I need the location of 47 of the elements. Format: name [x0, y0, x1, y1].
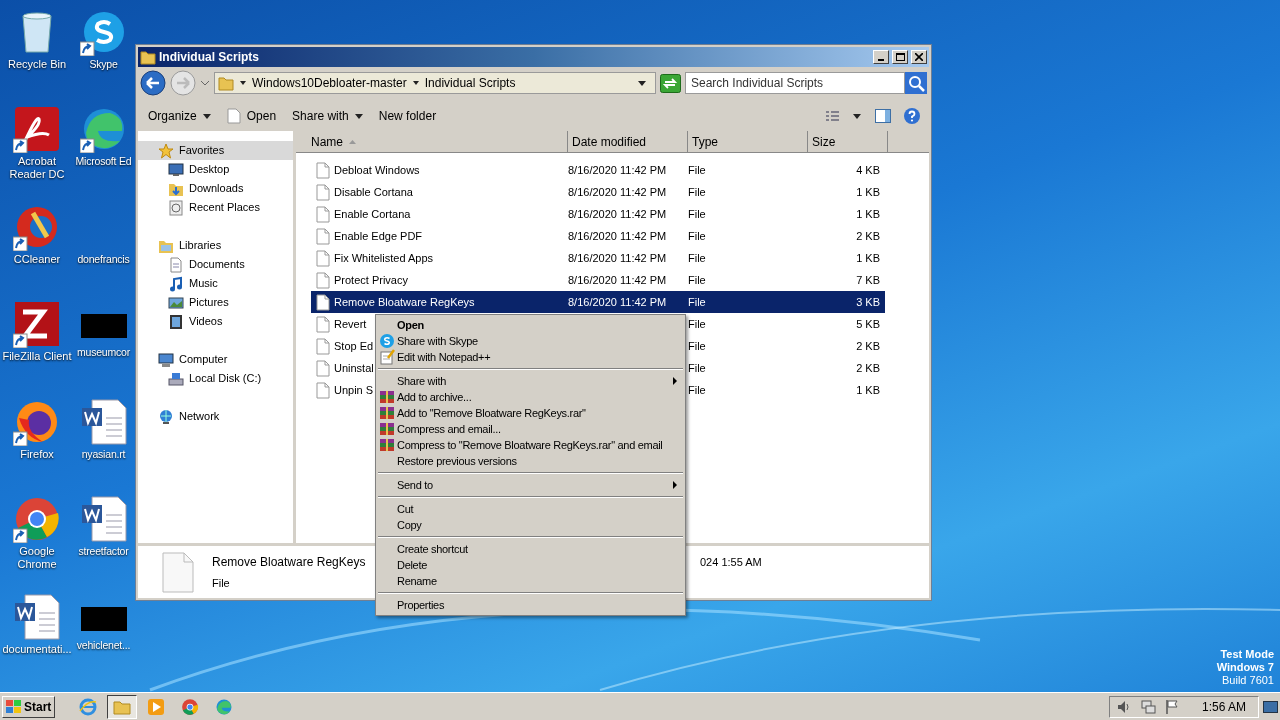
type-cell: File — [688, 251, 706, 264]
details-date: 024 1:55 AM — [700, 555, 762, 570]
type-cell: File — [688, 229, 706, 242]
type-cell: File — [688, 295, 706, 308]
date-cell: 8/16/2020 11:42 PM — [568, 229, 667, 242]
file-name: Revert — [334, 316, 367, 332]
file-name: Uninstal — [334, 360, 374, 376]
type-cell: File — [688, 317, 706, 330]
type-cell: File — [688, 273, 706, 286]
size-cell: 5 KB — [856, 317, 880, 330]
size-cell: 4 KB — [856, 163, 880, 176]
os-notice-text: Test Mode — [1220, 648, 1274, 661]
file-name: Enable Edge PDF — [334, 228, 423, 244]
type-cell: File — [688, 361, 706, 374]
size-cell: 1 KB — [856, 185, 880, 198]
file-name: Stop Ed — [334, 338, 374, 354]
size-cell: 2 KB — [856, 339, 880, 352]
file-name: Disable Cortana — [334, 184, 413, 200]
type-cell: File — [688, 185, 706, 198]
size-cell: 1 KB — [856, 383, 880, 396]
size-cell: 7 KB — [856, 273, 880, 286]
file-name: Protect Privacy — [334, 272, 408, 288]
date-cell: 8/16/2020 11:42 PM — [568, 295, 667, 308]
type-cell: File — [688, 383, 706, 396]
size-cell: 3 KB — [856, 295, 880, 308]
file-name: Unpin S — [334, 382, 374, 398]
date-cell: 8/16/2020 11:42 PM — [568, 273, 667, 286]
date-cell: 8/16/2020 11:42 PM — [568, 163, 667, 176]
os-notice-text: Windows 7 — [1216, 661, 1274, 674]
type-cell: File — [688, 207, 706, 220]
date-cell: 8/16/2020 11:42 PM — [568, 251, 667, 264]
os-notice-text: Build 7601 — [1222, 674, 1274, 687]
type-cell: File — [688, 163, 706, 176]
details-name: Remove Bloatware RegKeys — [212, 553, 366, 571]
file-name: Enable Cortana — [334, 206, 411, 222]
file-name: Debloat Windows — [334, 162, 420, 178]
date-cell: 8/16/2020 11:42 PM — [568, 185, 667, 198]
file-name: Fix Whitelisted Apps — [334, 250, 434, 266]
size-cell: 2 KB — [856, 361, 880, 374]
window-title: Individual Scripts — [159, 49, 261, 66]
type-cell: File — [688, 339, 706, 352]
size-cell: 1 KB — [856, 251, 880, 264]
details-type: File — [212, 575, 230, 591]
file-name: Remove Bloatware RegKeys — [334, 294, 475, 310]
size-cell: 1 KB — [856, 207, 880, 220]
date-cell: 8/16/2020 11:42 PM — [568, 207, 667, 220]
size-cell: 2 KB — [856, 229, 880, 242]
